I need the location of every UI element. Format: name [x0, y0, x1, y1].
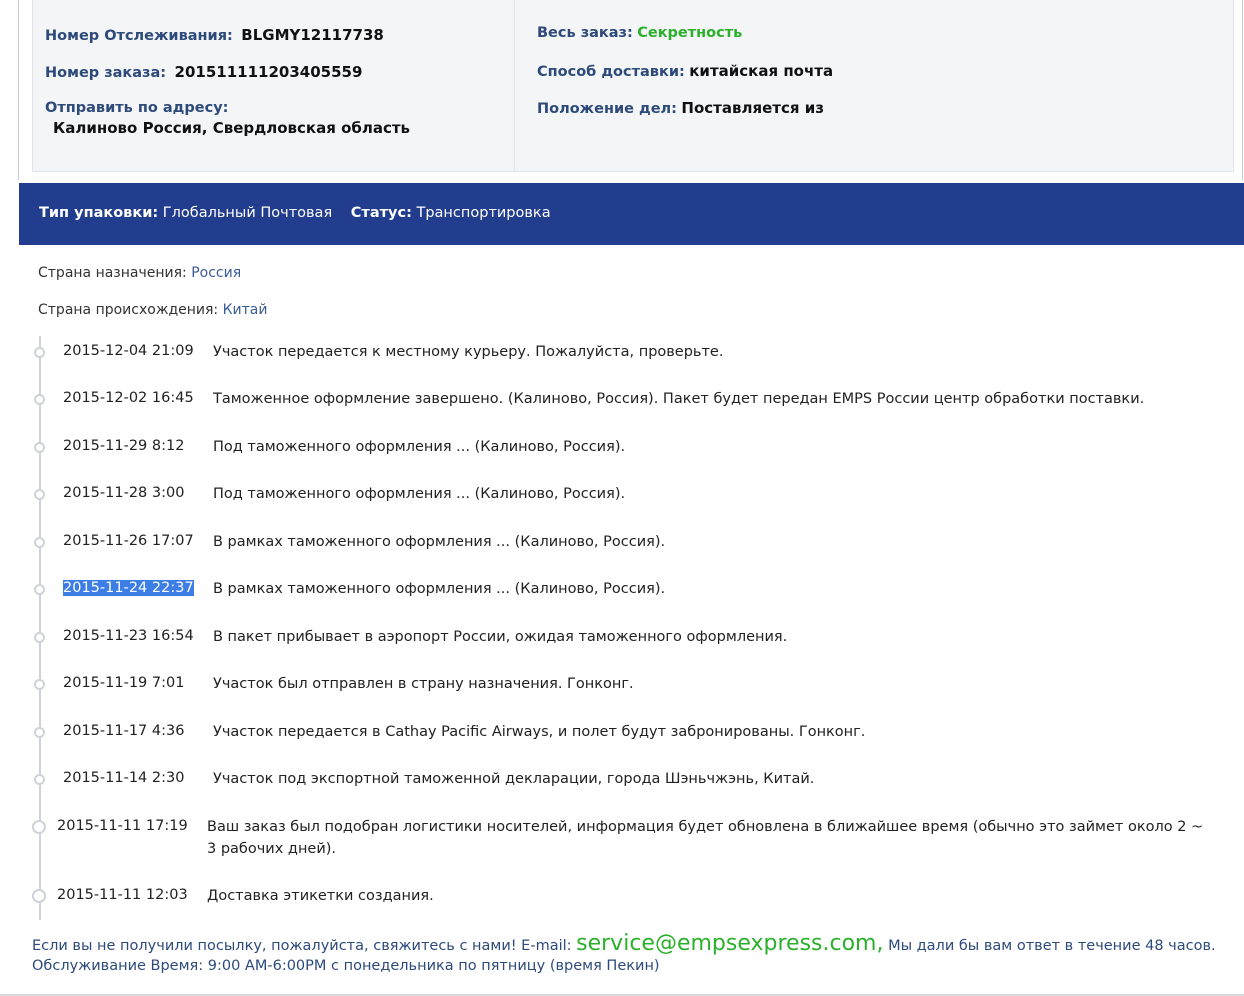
- delivery-method-value: китайская почта: [689, 62, 834, 80]
- tracking-label: Номер Отслеживания:: [45, 28, 233, 44]
- origin-country: Страна происхождения: Китай: [38, 302, 267, 318]
- status-value: Поставляется из: [681, 99, 824, 117]
- event-time: 2015-11-19 7:01: [63, 675, 185, 691]
- delivery-method-label: Способ доставки:: [537, 64, 685, 80]
- event-time: 2015-11-17 4:36: [63, 723, 185, 739]
- order-number-row: Номер заказа: 201511111203405559: [45, 63, 362, 81]
- shipment-status-value: Транспортировка: [416, 205, 551, 221]
- order-number: 201511111203405559: [174, 63, 363, 81]
- event-time-selected: 2015-11-24 22:37: [63, 580, 194, 596]
- event-description: Таможенное оформление завершено. (Калино…: [213, 391, 1145, 407]
- destination-country: Страна назначения: Россия: [38, 265, 241, 281]
- whole-order-label: Весь заказ:: [537, 25, 633, 41]
- event-description: Участок был отправлен в страну назначени…: [213, 676, 634, 692]
- event-description: Ваш заказ был подобран логистики носител…: [207, 819, 1204, 857]
- event-description: В пакет прибывает в аэропорт России, ожи…: [213, 629, 788, 645]
- status-label: Положение дел:: [537, 101, 677, 117]
- timeline-dot: [34, 442, 45, 453]
- timeline-dot: [34, 727, 45, 738]
- origin-country-value: Китай: [222, 302, 268, 318]
- event-description: Участок под экспортной таможенной деклар…: [213, 771, 815, 787]
- status-row: Положение дел: Поставляется из: [537, 99, 824, 117]
- event-description: Участок передается к местному курьеру. П…: [213, 344, 724, 360]
- footer-text-before: Если вы не получили посылку, пожалуйста,…: [32, 938, 577, 954]
- timeline-dot: [34, 394, 45, 405]
- event-time: 2015-11-11 12:03: [57, 887, 188, 903]
- event-description: Под таможенного оформления ... (Калиново…: [213, 486, 626, 502]
- frame-border-right: [1242, 0, 1243, 180]
- event-description: Участок передается в Cathay Pacific Airw…: [213, 724, 866, 740]
- whole-order-value: Секретность: [637, 25, 743, 41]
- order-info-left-column: Номер Отслеживания: BLGMY12117738 Номер …: [33, 0, 515, 172]
- support-email-link[interactable]: service@empsexpress.com,: [576, 931, 883, 956]
- event-time: 2015-11-11 17:19: [57, 818, 188, 834]
- event-time: 2015-11-29 8:12: [63, 438, 185, 454]
- package-type-label: Тип упаковки:: [39, 205, 159, 221]
- whole-order-row: Весь заказ: Секретность: [537, 25, 742, 41]
- event-description: Под таможенного оформления ... (Калиново…: [213, 439, 626, 455]
- address-label-row: Отправить по адресу:: [45, 100, 228, 116]
- event-description: В рамках таможенного оформления ... (Кал…: [213, 534, 666, 550]
- order-info-panel: Номер Отслеживания: BLGMY12117738 Номер …: [32, 0, 1234, 172]
- address-value-row: Калиново Россия, Свердловская область: [53, 119, 410, 137]
- tracking-number: BLGMY12117738: [241, 26, 384, 44]
- origin-country-label: Страна происхождения:: [38, 302, 219, 318]
- banner-text: Тип упаковки: Глобальный Почтовая Статус…: [39, 205, 551, 221]
- order-info-right-column: Весь заказ: Секретность Способ доставки:…: [515, 0, 1233, 172]
- frame-border-left: [18, 0, 19, 180]
- destination-country-label: Страна назначения:: [38, 265, 187, 281]
- event-description: В рамках таможенного оформления ... (Кал…: [213, 581, 666, 597]
- address-value: Калиново Россия, Свердловская область: [53, 119, 411, 137]
- delivery-method-row: Способ доставки: китайская почта: [537, 62, 833, 80]
- package-type-value: Глобальный Почтовая: [162, 205, 333, 221]
- timeline-dot: [34, 679, 45, 690]
- order-number-label: Номер заказа:: [45, 65, 167, 81]
- event-time: 2015-12-04 21:09: [63, 343, 194, 359]
- timeline-dot: [34, 347, 45, 358]
- timeline-dot: [34, 774, 45, 785]
- event-time: 2015-12-02 16:45: [63, 390, 194, 406]
- address-label: Отправить по адресу:: [45, 100, 229, 116]
- timeline-dot: [34, 489, 45, 500]
- timeline-dot: [34, 584, 45, 595]
- event-time: 2015-11-23 16:54: [63, 628, 194, 644]
- timeline-dot: [34, 537, 45, 548]
- tracking-row: Номер Отслеживания: BLGMY12117738: [45, 26, 384, 44]
- event-time: 2015-11-28 3:00: [63, 485, 185, 501]
- timeline-dot: [34, 632, 45, 643]
- contact-footer: Если вы не получили посылку, пожалуйста,…: [32, 931, 1227, 976]
- shipment-status-label: Статус:: [350, 205, 412, 221]
- destination-country-value: Россия: [191, 265, 242, 281]
- timeline-dot: [32, 820, 46, 834]
- event-description: Доставка этикетки создания.: [207, 888, 434, 904]
- package-status-banner: Тип упаковки: Глобальный Почтовая Статус…: [19, 183, 1244, 245]
- event-time: 2015-11-26 17:07: [63, 533, 194, 549]
- event-time: 2015-11-14 2:30: [63, 770, 185, 786]
- timeline-dot: [32, 889, 46, 903]
